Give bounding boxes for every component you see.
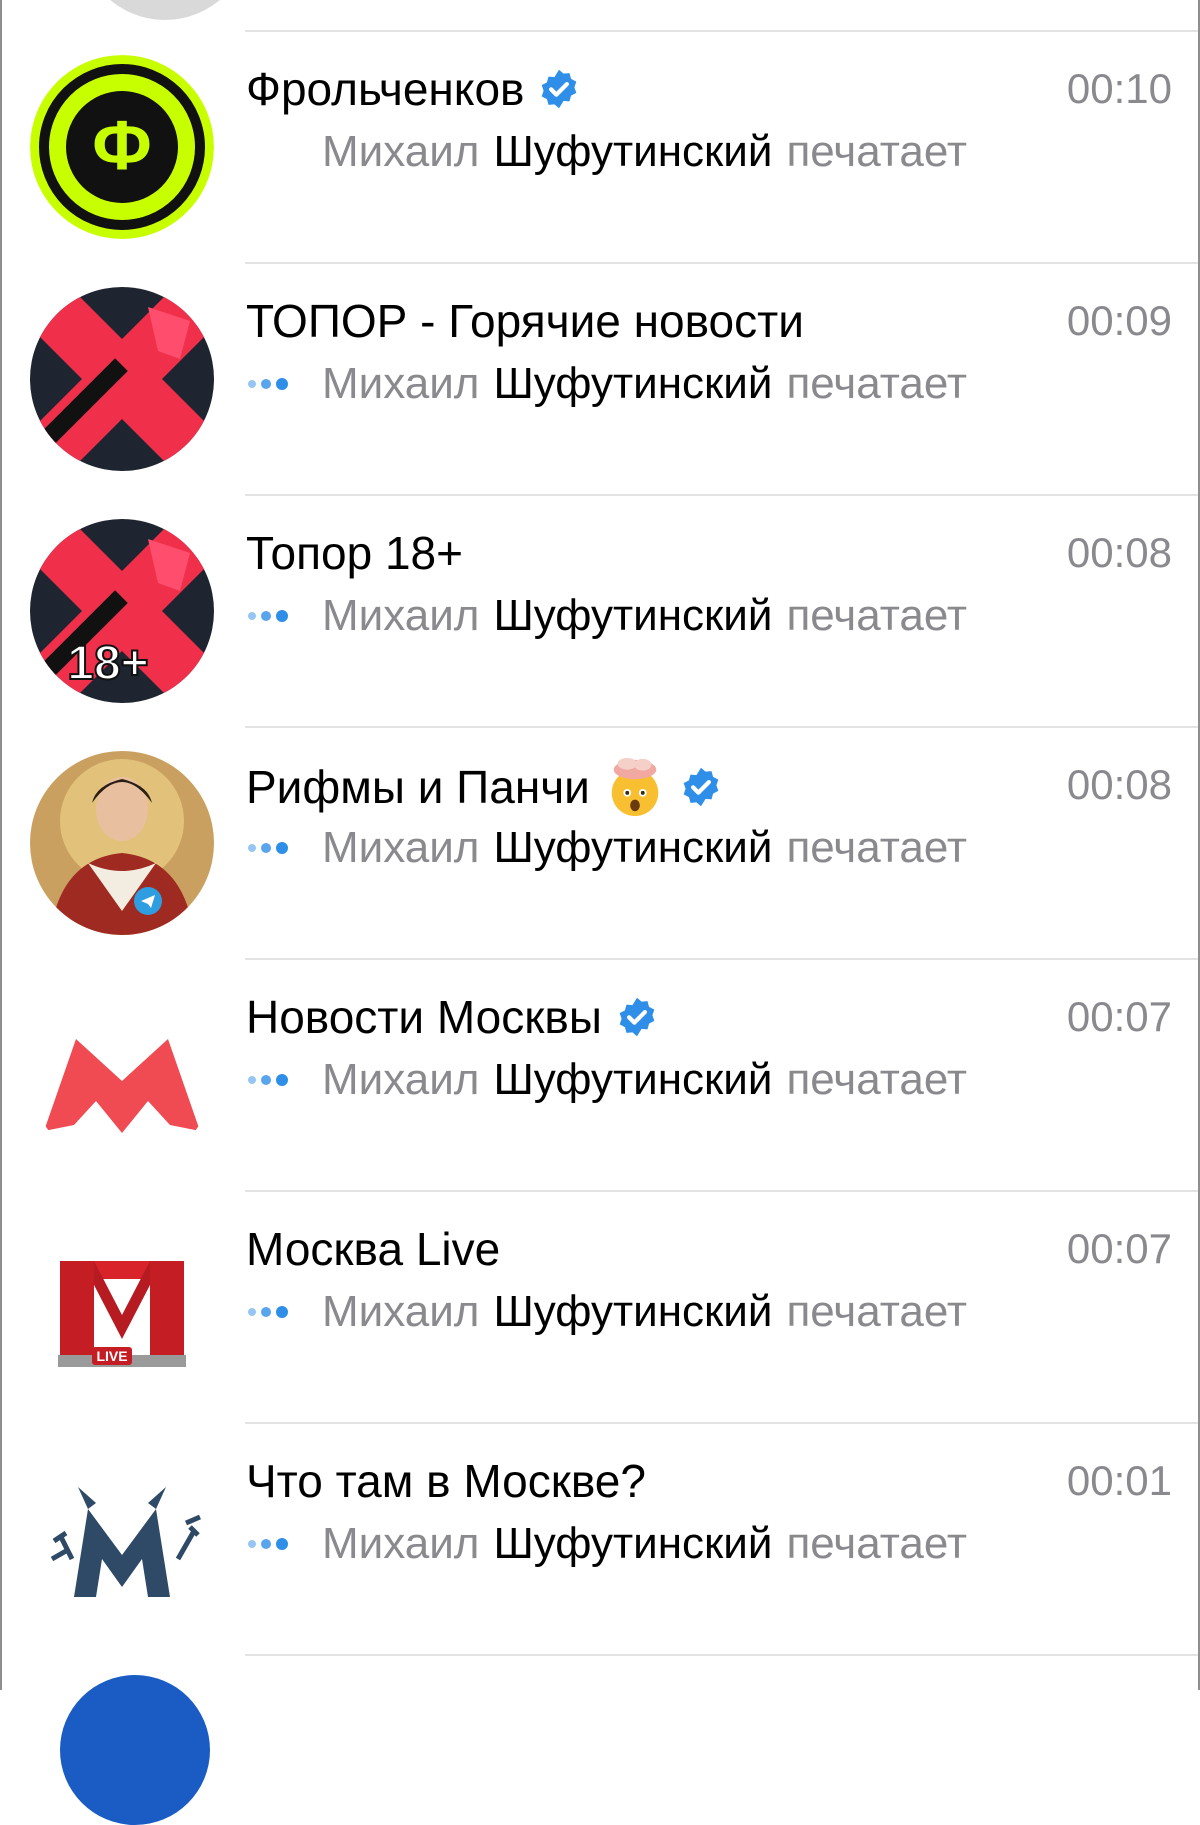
- chat-row-chto-tam[interactable]: Что там в Москве? 00:01 Михаил Шуфутинск…: [0, 1424, 1200, 1656]
- typing-user: Михаил: [322, 823, 480, 872]
- chat-title: Фрольченков: [246, 63, 525, 115]
- typing-user: Михаил: [322, 127, 480, 176]
- chat-title: Новости Москвы: [246, 991, 602, 1043]
- typing-user: Михаил: [322, 1519, 480, 1568]
- m-live-icon: LIVE: [30, 1215, 214, 1399]
- typing-name: Шуфутинский: [493, 359, 773, 408]
- chat-time: 00:08: [1066, 761, 1172, 808]
- typing-user: Михаил: [322, 1055, 480, 1104]
- previous-chat-avatar[interactable]: [80, 0, 250, 20]
- typing-status: печатает: [786, 1287, 968, 1336]
- chat-row-frolchenkov[interactable]: Ф Фрольченков 00:10 Михаил Шуфутинский п…: [0, 32, 1200, 264]
- typing-name: Шуфутинский: [493, 1287, 773, 1336]
- chat-title-line: Рифмы и Панчи: [246, 756, 722, 818]
- separator: [245, 1654, 1198, 1656]
- chat-title: Москва Live: [246, 1223, 501, 1275]
- axe-cross-18-icon: 18+: [30, 519, 214, 703]
- typing-name: Шуфутинский: [493, 823, 773, 872]
- icon-portrait-icon: [30, 751, 214, 935]
- typing-name: Шуфутинский: [493, 1519, 773, 1568]
- typing-user: Михаил: [322, 359, 480, 408]
- chat-time: 00:01: [1066, 1457, 1172, 1504]
- red-m-icon: [30, 983, 214, 1167]
- typing-dots-icon: [248, 146, 308, 158]
- typing-status: печатает: [786, 1055, 968, 1104]
- phi-letter: Ф: [92, 106, 152, 184]
- typing-dots-icon: [248, 1306, 308, 1318]
- chat-preview: Михаил Шуфутинский печатает: [248, 1284, 967, 1340]
- axe-cross-icon: [30, 287, 214, 471]
- verified-badge-icon: [683, 767, 719, 807]
- typing-status: печатает: [786, 591, 968, 640]
- chat-title-line: Фрольченков: [246, 60, 580, 118]
- chat-preview: Михаил Шуфутинский печатает: [248, 356, 967, 412]
- chat-title-line: Топор 18+: [246, 524, 463, 582]
- next-chat-avatar[interactable]: [60, 1675, 210, 1825]
- typing-status: печатает: [786, 823, 968, 872]
- typing-name: Шуфутинский: [493, 127, 773, 176]
- chat-preview: Михаил Шуфутинский печатает: [248, 1052, 967, 1108]
- devil-m-icon: [30, 1447, 214, 1631]
- chat-row-novosti-moskvy[interactable]: Новости Москвы 00:07 Михаил Шуфутинский …: [0, 960, 1200, 1192]
- chat-time: 00:07: [1066, 993, 1172, 1040]
- typing-name: Шуфутинский: [493, 1055, 773, 1104]
- typing-name: Шуфутинский: [493, 591, 773, 640]
- chat-row-topor[interactable]: ТОПОР - Горячие новости 00:09 Михаил Шуф…: [0, 264, 1200, 496]
- chat-preview: Михаил Шуфутинский печатает: [248, 1516, 967, 1572]
- chat-row-topor18[interactable]: 18+ Топор 18+ 00:08 Михаил Шуфутинский п…: [0, 496, 1200, 728]
- exploding-head-icon: [611, 757, 659, 817]
- typing-user: Михаил: [322, 591, 480, 640]
- chat-preview: Михаил Шуфутинский печатает: [248, 588, 967, 644]
- phi-logo-icon: Ф: [30, 55, 214, 239]
- typing-status: печатает: [786, 127, 968, 176]
- typing-dots-icon: [248, 1538, 308, 1550]
- chat-title: ТОПОР - Горячие новости: [246, 295, 804, 347]
- chat-time: 00:09: [1066, 297, 1172, 344]
- chat-row-moskva-live[interactable]: LIVE Москва Live 00:07 Михаил Шуфутински…: [0, 1192, 1200, 1424]
- chat-title: Рифмы и Панчи: [246, 761, 590, 813]
- chat-title: Что там в Москве?: [246, 1455, 646, 1507]
- chat-title-line: ТОПОР - Горячие новости: [246, 292, 804, 350]
- typing-status: печатает: [786, 1519, 968, 1568]
- typing-dots-icon: [248, 378, 308, 390]
- verified-badge-icon: [542, 69, 577, 109]
- live-label: LIVE: [96, 1348, 127, 1364]
- chat-row-rifmy[interactable]: Рифмы и Панчи 00:08 Михаил Шуфутинский п…: [0, 728, 1200, 960]
- verified-badge-icon: [619, 997, 655, 1037]
- age-rating-label: 18+: [67, 637, 148, 690]
- chat-time: 00:10: [1066, 65, 1172, 112]
- chat-time: 00:07: [1066, 1225, 1172, 1272]
- chat-title-line: Москва Live: [246, 1220, 500, 1278]
- chat-title: Топор 18+: [246, 527, 463, 579]
- typing-status: печатает: [786, 359, 968, 408]
- chat-title-line: Новости Москвы: [246, 988, 658, 1046]
- typing-dots-icon: [248, 1074, 308, 1086]
- chat-preview: Михаил Шуфутинский печатает: [248, 820, 967, 876]
- chat-title-line: Что там в Москве?: [246, 1452, 646, 1510]
- chat-list: Ф Фрольченков 00:10 Михаил Шуфутинский п…: [0, 32, 1200, 1656]
- chat-preview: Михаил Шуфутинский печатает: [248, 124, 967, 180]
- typing-user: Михаил: [322, 1287, 480, 1336]
- typing-dots-icon: [248, 610, 308, 622]
- typing-dots-icon: [248, 842, 308, 854]
- chat-time: 00:08: [1066, 529, 1172, 576]
